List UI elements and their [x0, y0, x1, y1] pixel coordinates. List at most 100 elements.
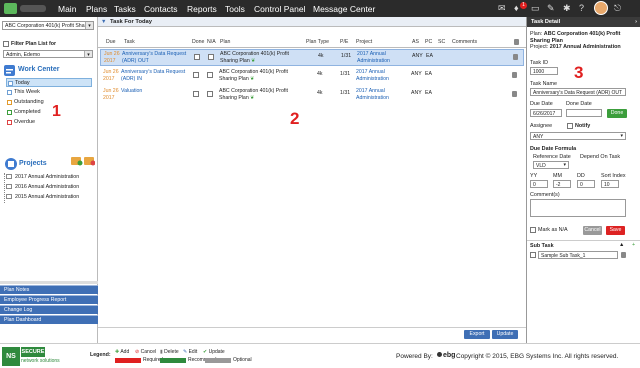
leaf-icon: ❦ — [251, 57, 256, 64]
ebg-logo[interactable]: ebg — [437, 352, 455, 359]
app-logo[interactable] — [4, 3, 17, 14]
col-due[interactable]: Due — [106, 39, 116, 45]
nav-plans[interactable]: Plans — [86, 4, 107, 14]
sort-index-field[interactable]: 10 — [601, 180, 619, 188]
row-pe: 1/31 — [341, 53, 352, 59]
row-done-checkbox[interactable] — [193, 72, 199, 78]
link-plan-dashboard[interactable]: Plan Dashboard — [0, 315, 98, 324]
delete-all-icon[interactable] — [514, 39, 519, 45]
calendar-icon — [7, 100, 12, 105]
nav-reports[interactable]: Reports — [187, 4, 217, 14]
col-pc[interactable]: PC — [425, 39, 432, 45]
mm-field[interactable]: -2 — [553, 180, 571, 188]
filter-plan-checkbox[interactable] — [3, 41, 9, 47]
gear-icon[interactable]: ✱ — [563, 3, 571, 14]
add-subtask-icon[interactable]: + — [632, 242, 635, 248]
task-id-field[interactable]: 1000 — [530, 67, 558, 75]
nav-control-panel[interactable]: Control Panel — [254, 4, 306, 14]
task-detail-panel: Task Detail › Plan: ABC Corporation 401(… — [526, 17, 640, 343]
done-date-field[interactable] — [566, 109, 602, 117]
mark-na-checkbox[interactable] — [530, 227, 536, 233]
col-na[interactable]: N/A — [207, 39, 216, 45]
row-project-link[interactable]: 2017 Annual Administration — [356, 69, 389, 82]
project-item-2017[interactable]: 2017 Annual Administration — [6, 174, 79, 180]
logout-icon[interactable]: ⎋ — [614, 3, 621, 14]
work-center-title: Work Center — [18, 66, 60, 73]
col-pe[interactable]: P/E — [340, 39, 348, 45]
row-as: ANY — [411, 90, 422, 96]
col-plan[interactable]: Plan — [220, 39, 230, 45]
edit-icon[interactable]: ✎ — [547, 3, 555, 14]
nav-tasks[interactable]: Tasks — [114, 4, 136, 14]
table-row[interactable]: Jun 26 2017 Anniversary's Data Request (AD… — [100, 68, 524, 85]
yy-field[interactable]: 0 — [530, 180, 548, 188]
row-project-link[interactable]: 2017 Annual Administration — [357, 51, 390, 64]
mail-icon[interactable]: ✉ — [498, 3, 506, 14]
nav-main[interactable]: Main — [58, 4, 76, 14]
col-task[interactable]: Task — [124, 39, 135, 45]
delete-row-icon[interactable] — [512, 91, 517, 97]
col-comments[interactable]: Comments — [452, 39, 477, 45]
assignee-select[interactable]: ANY ▾ — [530, 132, 626, 140]
col-plan-type[interactable]: Plan Type — [306, 39, 329, 45]
notify-checkbox[interactable] — [567, 123, 573, 129]
cancel-button[interactable]: Cancel — [583, 226, 602, 235]
row-done-checkbox[interactable] — [193, 91, 199, 97]
filter-user-select[interactable]: Admin, Edemo ▾ — [3, 50, 93, 58]
delete-row-icon[interactable] — [513, 54, 518, 60]
avatar[interactable] — [594, 1, 608, 15]
network-solutions-seal[interactable]: NS SECURE network solutions — [2, 347, 72, 366]
nav-contacts[interactable]: Contacts — [144, 4, 178, 14]
plan-select[interactable]: ABC Corporation 401(k) Profit Sha ▾ — [2, 21, 94, 30]
delete-row-icon[interactable] — [512, 72, 517, 78]
export-button[interactable]: Export — [464, 330, 490, 339]
collapse-icon[interactable]: ▲ — [619, 242, 624, 248]
work-item-today[interactable]: Today — [6, 78, 92, 87]
col-project[interactable]: Project — [356, 39, 372, 45]
monitor-icon[interactable]: ▭ — [531, 3, 540, 14]
row-task-link[interactable]: Anniversary's Data Request (ADR) OUT — [122, 51, 186, 64]
link-plan-notes[interactable]: Plan Notes — [0, 285, 98, 294]
link-change-log[interactable]: Change Log — [0, 305, 98, 314]
col-sc[interactable]: SC — [438, 39, 445, 45]
splitter-handle[interactable] — [0, 281, 98, 284]
row-task-link[interactable]: Anniversary's Data Request (ADR) IN — [121, 69, 185, 82]
dd-field[interactable]: 0 — [577, 180, 595, 188]
nav-message-center[interactable]: Message Center — [313, 4, 375, 14]
work-item-this-week[interactable]: This Week — [6, 88, 92, 97]
comments-textarea[interactable] — [530, 199, 626, 217]
folder-add-icon[interactable] — [71, 156, 95, 166]
delete-subtask-icon[interactable] — [621, 252, 626, 258]
project-item-2015[interactable]: 2015 Annual Administration — [6, 194, 79, 200]
row-na-checkbox[interactable] — [207, 91, 213, 97]
col-done[interactable]: Done — [192, 39, 204, 45]
save-button[interactable]: Save — [606, 226, 625, 235]
project-item-2016[interactable]: 2016 Annual Administration — [6, 184, 79, 190]
filter-icon[interactable]: ▼ — [101, 19, 106, 25]
work-item-completed[interactable]: Completed — [6, 108, 92, 117]
task-list-header: ▼ Task For Today — [98, 17, 526, 27]
table-row[interactable]: Jun 26 2017 Valuation ABC Corporation 401… — [100, 87, 524, 104]
table-row[interactable]: Jun 26 2017 Anniversary's Data Request (AD… — [100, 49, 524, 66]
row-na-checkbox[interactable] — [208, 54, 214, 60]
help-icon[interactable]: ? — [579, 3, 584, 14]
link-employee-progress-report[interactable]: Employee Progress Report — [0, 295, 98, 304]
row-done-checkbox[interactable] — [194, 54, 200, 60]
row-project-link[interactable]: 2017 Annual Administration — [356, 88, 389, 101]
task-name-field[interactable]: Anniversary's Data Request (ADR) OUT — [530, 88, 626, 96]
update-button[interactable]: Update — [492, 330, 518, 339]
due-date-field[interactable]: 6/26/2017 — [530, 109, 562, 117]
document-icon — [6, 184, 12, 190]
subtask-checkbox[interactable] — [530, 252, 536, 258]
subtask-field[interactable]: Sample Sub Task_1 — [538, 251, 618, 259]
reference-date-select[interactable]: VLD ▾ — [533, 161, 569, 169]
close-icon[interactable]: › — [635, 19, 637, 25]
bell-icon[interactable]: ♦ — [514, 3, 519, 14]
work-item-outstanding[interactable]: Outstanding — [6, 98, 92, 107]
row-na-checkbox[interactable] — [207, 72, 213, 78]
nav-tools[interactable]: Tools — [225, 4, 245, 14]
done-button[interactable]: Done — [607, 109, 627, 118]
col-as[interactable]: AS — [412, 39, 419, 45]
row-task-link[interactable]: Valuation — [121, 88, 142, 94]
work-item-overdue[interactable]: Overdue — [6, 118, 92, 127]
